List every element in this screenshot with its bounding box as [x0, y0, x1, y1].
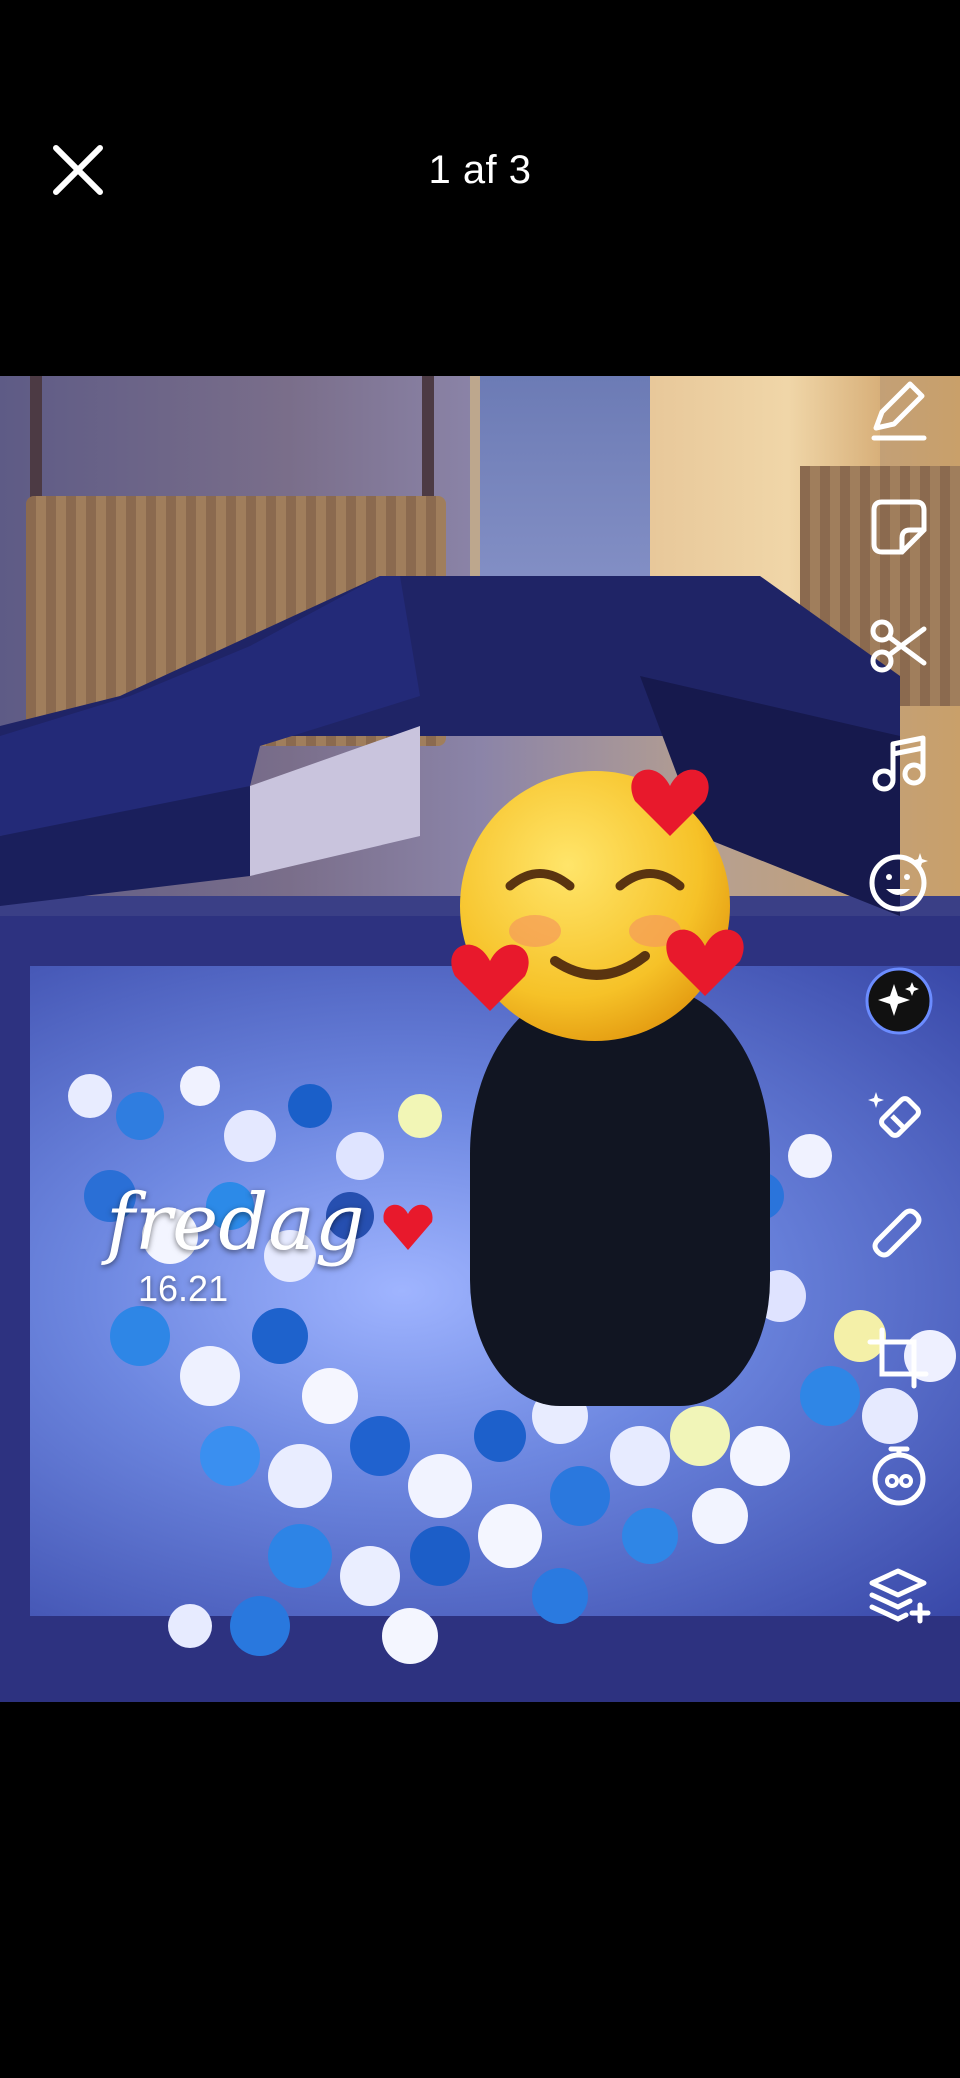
- sticker-icon[interactable]: [864, 492, 934, 562]
- music-note-icon[interactable]: [864, 728, 934, 798]
- story-photo[interactable]: fredag 16.21: [0, 376, 960, 1702]
- editing-toolbar: [840, 366, 960, 1666]
- pen-icon[interactable]: [864, 376, 934, 446]
- smiling-face-with-hearts-sticker[interactable]: [440, 746, 750, 1056]
- scissors-icon[interactable]: [864, 611, 934, 681]
- top-bar: 1 af 3: [0, 0, 960, 376]
- bottom-bar: [0, 1702, 960, 2078]
- smiley-icon[interactable]: [864, 847, 934, 917]
- sparkle-icon[interactable]: [864, 966, 934, 1036]
- timer-icon[interactable]: [864, 1441, 934, 1511]
- paperclip-icon[interactable]: [864, 1204, 934, 1274]
- eraser-icon[interactable]: [864, 1084, 934, 1154]
- day-label: fredag: [106, 1178, 365, 1268]
- layers-icon[interactable]: [864, 1559, 934, 1629]
- crop-icon[interactable]: [864, 1324, 934, 1394]
- page-counter: 1 af 3: [428, 148, 532, 192]
- time-label: 16.21: [138, 1268, 229, 1309]
- story-text-overlay[interactable]: fredag 16.21: [106, 1184, 365, 1310]
- heart-sticker[interactable]: [378, 1196, 438, 1256]
